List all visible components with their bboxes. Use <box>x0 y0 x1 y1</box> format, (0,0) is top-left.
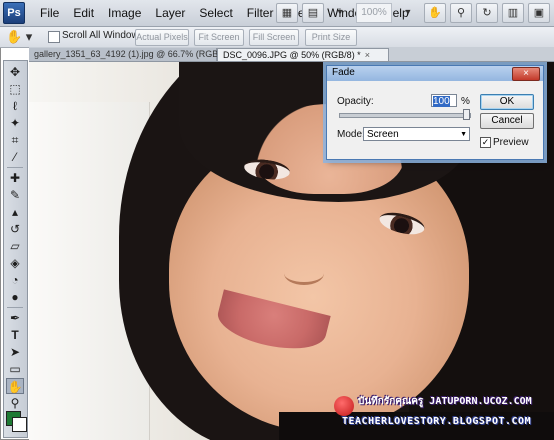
fade-dialog: Fade × Opacity: 100 % Mode: Screen ▼ OK … <box>326 65 544 160</box>
print-size-button[interactable]: Print Size <box>305 29 357 46</box>
opacity-unit: % <box>461 96 470 107</box>
tab-gallery-document[interactable]: gallery_1351_63_4192 (1).jpg @ 66.7% (RG… <box>29 48 243 61</box>
zoom-tool-icon[interactable]: ⚲ <box>450 3 472 23</box>
menu-filter[interactable]: Filter <box>240 0 281 26</box>
healing-brush-icon[interactable]: ✚ <box>6 170 24 186</box>
path-selection-icon[interactable]: ➤ <box>6 344 24 360</box>
magic-wand-icon[interactable]: ✦ <box>6 115 24 131</box>
preview-checkbox[interactable]: ✓ <box>480 137 491 148</box>
dodge-icon[interactable]: ● <box>6 289 24 305</box>
apple-logo-icon <box>334 396 354 416</box>
brush-icon[interactable]: ✎ <box>6 187 24 203</box>
tools-divider <box>7 167 23 168</box>
tool-preset-hand-icon[interactable]: ✋ ▾ <box>6 28 36 45</box>
screen-mode-icon[interactable]: ▣ <box>528 3 550 23</box>
watermark: บันทึกรักคุณครู JATUPORN.UCOZ.COM TEACHE… <box>334 392 554 436</box>
hand-tool-icon[interactable]: ✋ <box>424 3 446 23</box>
opacity-slider-thumb[interactable] <box>463 109 470 120</box>
scroll-all-windows-checkbox[interactable] <box>48 31 60 43</box>
watermark-line-1: บันทึกรักคุณครู JATUPORN.UCOZ.COM <box>358 396 532 407</box>
blur-icon[interactable]: ◔ <box>6 272 24 288</box>
document-tabs: gallery_1351_63_4192 (1).jpg @ 66.7% (RG… <box>29 47 554 62</box>
arrange-documents-icon[interactable]: ▥ <box>502 3 524 23</box>
type-icon[interactable]: T <box>6 327 24 343</box>
zoom-icon[interactable]: ⚲ <box>6 395 24 411</box>
marquee-icon[interactable]: ⬚ <box>6 81 24 97</box>
view-extras-icon[interactable]: ▤ <box>302 3 324 23</box>
crop-icon[interactable]: ⌗ <box>6 132 24 148</box>
tab-dsc-document[interactable]: DSC_0096.JPG @ 50% (RGB/8) * × <box>217 48 389 61</box>
paint-bucket-icon[interactable]: ◈ <box>6 255 24 271</box>
fit-screen-button[interactable]: Fit Screen <box>194 29 244 46</box>
opacity-input[interactable]: 100 <box>431 94 457 107</box>
view-extras-dropdown-icon[interactable]: ▾ <box>328 4 352 22</box>
close-icon[interactable]: × <box>512 67 540 81</box>
ok-button[interactable]: OK <box>480 94 534 110</box>
opacity-label: Opacity: <box>337 96 374 107</box>
move-icon[interactable]: ✥ <box>6 64 24 80</box>
menu-bar: Ps File Edit Image Layer Select Filter V… <box>0 0 554 27</box>
scroll-all-windows-label: Scroll All Windows <box>62 30 144 41</box>
pen-icon[interactable]: ✒ <box>6 310 24 326</box>
menu-image[interactable]: Image <box>101 0 148 26</box>
launch-bridge-icon[interactable]: ▦ <box>276 3 298 23</box>
hand-icon[interactable]: ✋ <box>6 378 24 394</box>
fill-screen-button[interactable]: Fill Screen <box>249 29 299 46</box>
eyedropper-icon[interactable]: ⁄ <box>6 149 24 165</box>
menu-edit[interactable]: Edit <box>66 0 101 26</box>
application-bar: ▦ ▤ ▾ 100% ▾ ✋ ⚲ ↻ ▥ ▣ <box>276 3 550 23</box>
shape-icon[interactable]: ▭ <box>6 361 24 377</box>
options-bar: ✋ ▾ Scroll All Windows Actual Pixels Fit… <box>0 27 554 48</box>
clone-stamp-icon[interactable]: ▴ <box>6 204 24 220</box>
zoom-level[interactable]: 100% <box>356 3 392 23</box>
tools-panel: ✥ ⬚ ℓ ✦ ⌗ ⁄ ✚ ✎ ▴ ↺ ▱ ◈ ◔ ● ✒ T ➤ ▭ ✋ ⚲ <box>3 60 28 438</box>
actual-pixels-button[interactable]: Actual Pixels <box>135 29 189 46</box>
mode-label: Mode: <box>337 129 365 140</box>
history-brush-icon[interactable]: ↺ <box>6 221 24 237</box>
eraser-icon[interactable]: ▱ <box>6 238 24 254</box>
dialog-title-bar[interactable]: Fade × <box>327 66 543 81</box>
chevron-down-icon: ▼ <box>460 131 467 138</box>
zoom-dropdown-icon[interactable]: ▾ <box>396 4 420 22</box>
mode-select[interactable]: Screen ▼ <box>363 127 470 141</box>
mode-value: Screen <box>367 129 399 140</box>
watermark-line-2: TEACHERLOVESTORY.BLOGSPOT.COM <box>342 416 532 427</box>
opacity-value: 100 <box>433 96 450 107</box>
dialog-title: Fade <box>332 67 355 78</box>
menu-select[interactable]: Select <box>192 0 239 26</box>
photoshop-logo: Ps <box>3 2 25 24</box>
tools-divider <box>7 307 23 308</box>
close-icon[interactable]: × <box>365 50 370 60</box>
preview-label: Preview <box>493 137 529 148</box>
photo-nose <box>284 262 324 285</box>
menu-layer[interactable]: Layer <box>148 0 192 26</box>
opacity-slider-track[interactable] <box>339 113 471 118</box>
background-color-swatch[interactable] <box>12 417 27 432</box>
rotate-view-icon[interactable]: ↻ <box>476 3 498 23</box>
lasso-icon[interactable]: ℓ <box>6 98 24 114</box>
tab-label: gallery_1351_63_4192 (1).jpg @ 66.7% (RG… <box>34 49 234 59</box>
menu-file[interactable]: File <box>33 0 66 26</box>
cancel-button[interactable]: Cancel <box>480 113 534 129</box>
tab-label: DSC_0096.JPG @ 50% (RGB/8) * <box>223 50 361 60</box>
